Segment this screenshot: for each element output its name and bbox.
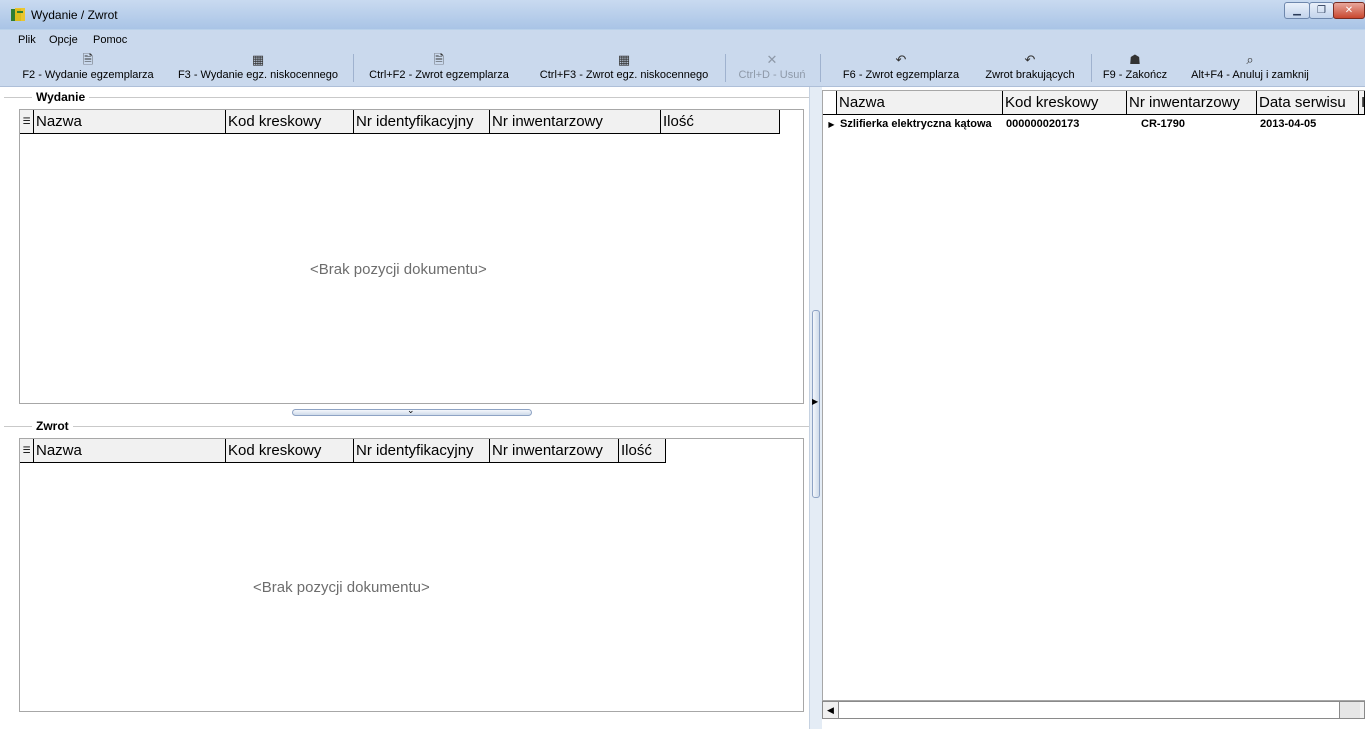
column-header[interactable]: Ilość	[619, 439, 666, 463]
scrollbar-track[interactable]	[1340, 702, 1360, 718]
column-header[interactable]: Nr inwentarzowy	[490, 439, 619, 463]
return-item-button[interactable]: 🗎 Ctrl+F2 - Zwrot egzemplarza	[361, 50, 517, 86]
minimize-icon: ▁	[1293, 5, 1301, 16]
issue-grid[interactable]: ☰ Nazwa Kod kreskowy Nr identyfikacyjny …	[19, 109, 804, 404]
toolbar-separator	[353, 54, 354, 82]
title-bar[interactable]: Wydanie / Zwrot ▁ ❐ ✕	[0, 0, 1365, 29]
menu-bar: Plik Opcje Pomoc	[0, 30, 1365, 50]
cancel-close-button[interactable]: ⌕ Alt+F4 - Anuluj i zamknij	[1181, 50, 1319, 86]
cancel-icon: ⌕	[1246, 52, 1254, 67]
column-header[interactable]: Kod kreskowy	[226, 439, 354, 463]
undo-icon: ↶	[895, 52, 907, 67]
column-header[interactable]: I	[1359, 91, 1365, 115]
column-header[interactable]: Nr inwentarzowy	[1127, 91, 1257, 115]
cell-service-date: 2013-04-05	[1260, 118, 1317, 130]
toolbar-separator	[725, 54, 726, 82]
undo-icon: ↶	[1024, 52, 1036, 67]
column-chooser-icon[interactable]: ☰	[20, 439, 34, 463]
scroll-left-icon[interactable]: ◀	[823, 702, 839, 718]
section-splitter[interactable]: ⌄	[292, 405, 532, 416]
app-icon	[11, 8, 25, 21]
chevron-down-icon: ⌄	[407, 405, 415, 415]
return-low-value-button[interactable]: ▦ Ctrl+F3 - Zwrot egz. niskocennego	[530, 50, 718, 86]
current-row-icon: ▶	[828, 120, 835, 129]
return-grid[interactable]: ☰ Nazwa Kod kreskowy Nr identyfikacyjny …	[19, 438, 804, 712]
pane-splitter[interactable]: ▶	[809, 87, 822, 729]
menu-opcje[interactable]: Opcje	[49, 34, 78, 46]
empty-message: <Brak pozycji dokumentu>	[310, 261, 487, 278]
close-button[interactable]: ✕	[1333, 2, 1365, 19]
column-chooser-icon[interactable]: ☰	[20, 110, 34, 134]
scrollbar-thumb[interactable]	[839, 702, 1340, 718]
column-header[interactable]: Nr identyfikacyjny	[354, 439, 490, 463]
documents-icon: ▦	[617, 52, 631, 67]
return-grid-header: ☰ Nazwa Kod kreskowy Nr identyfikacyjny …	[20, 439, 666, 463]
client-area: Wydanie ☰ Nazwa Kod kreskowy Nr identyfi…	[0, 87, 1365, 729]
column-header[interactable]: Nr identyfikacyjny	[354, 110, 490, 134]
delete-button[interactable]: ✕ Ctrl+D - Usuń	[732, 50, 812, 86]
cell-barcode: 000000020173	[1006, 118, 1080, 130]
maximize-button[interactable]: ❐	[1309, 2, 1334, 19]
issue-low-value-button[interactable]: ▦ F3 - Wydanie egz. niskocennego	[170, 50, 346, 86]
menu-plik[interactable]: Plik	[18, 34, 36, 46]
horizontal-scrollbar[interactable]: ◀	[822, 701, 1365, 719]
return-missing-button[interactable]: ↶ Zwrot brakujących	[976, 50, 1084, 86]
return-section-caption: Zwrot	[32, 419, 73, 433]
toolbar-separator	[820, 54, 821, 82]
group-line	[4, 426, 810, 427]
minimize-button[interactable]: ▁	[1284, 2, 1310, 19]
column-header[interactable]: Nazwa	[34, 110, 226, 134]
issue-section-caption: Wydanie	[32, 90, 90, 104]
finish-icon: ☗	[1129, 52, 1141, 67]
column-header[interactable]: Nazwa	[34, 439, 226, 463]
window-title: Wydanie / Zwrot	[31, 8, 118, 22]
delete-x-icon: ✕	[766, 52, 778, 67]
row-indicator-header	[823, 91, 837, 115]
menu-pomoc[interactable]: Pomoc	[93, 34, 127, 46]
table-row[interactable]: ▶ Szlifierka elektryczna kątowa 00000002…	[823, 115, 1359, 135]
finish-button[interactable]: ☗ F9 - Zakończ	[1098, 50, 1172, 86]
column-header[interactable]: Data serwisu	[1257, 91, 1359, 115]
group-line	[4, 97, 810, 98]
close-icon: ✕	[1344, 5, 1354, 16]
cell-name: Szlifierka elektryczna kątowa	[840, 118, 992, 130]
column-header[interactable]: Nr inwentarzowy	[490, 110, 661, 134]
toolbar-separator	[1091, 54, 1092, 82]
column-header[interactable]: Kod kreskowy	[1003, 91, 1127, 115]
document-icon: 🗎	[82, 52, 94, 67]
issue-item-button[interactable]: 🗎 F2 - Wydanie egzemplarza	[16, 50, 160, 86]
documents-icon: ▦	[251, 52, 265, 67]
inventory-grid[interactable]: Nazwa Kod kreskowy Nr inwentarzowy Data …	[822, 90, 1365, 701]
empty-message: <Brak pozycji dokumentu>	[253, 579, 430, 596]
issue-grid-header: ☰ Nazwa Kod kreskowy Nr identyfikacyjny …	[20, 110, 780, 134]
document-icon: 🗎	[433, 52, 445, 67]
cell-inventory: CR-1790	[1141, 118, 1186, 130]
inventory-grid-header: Nazwa Kod kreskowy Nr inwentarzowy Data …	[823, 91, 1365, 115]
toolbar: 🗎 F2 - Wydanie egzemplarza ▦ F3 - Wydani…	[0, 50, 1365, 87]
return-item-f6-button[interactable]: ↶ F6 - Zwrot egzemplarza	[836, 50, 966, 86]
column-header[interactable]: Nazwa	[837, 91, 1003, 115]
column-header[interactable]: Kod kreskowy	[226, 110, 354, 134]
chevron-right-icon: ▶	[812, 397, 819, 406]
restore-icon: ❐	[1317, 5, 1326, 16]
column-header[interactable]: Ilość	[661, 110, 780, 134]
